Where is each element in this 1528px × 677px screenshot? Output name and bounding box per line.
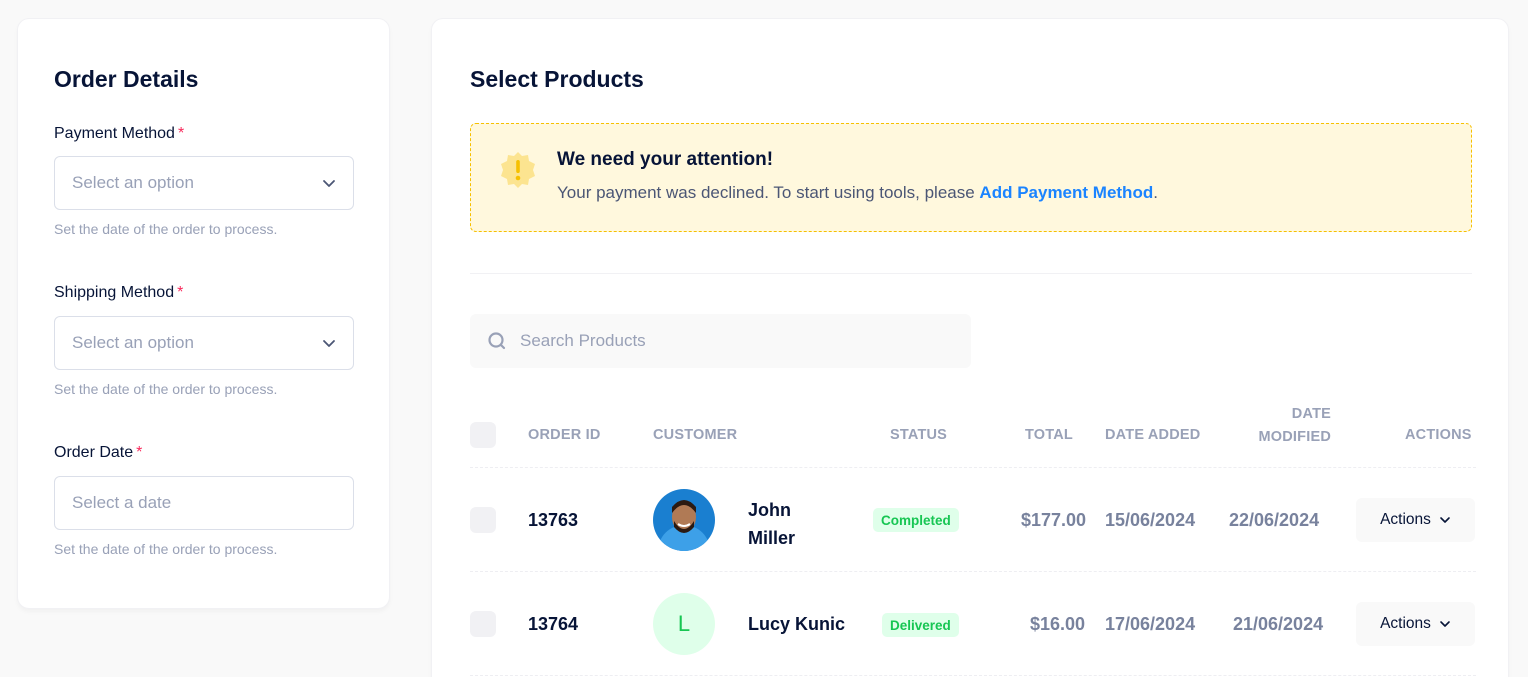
- chevron-down-icon: [1440, 517, 1450, 523]
- required-mark: *: [177, 284, 184, 301]
- order-date-hint: Set the date of the order to process.: [54, 541, 278, 557]
- customer-first-name: John: [748, 500, 791, 520]
- notice-message: Your payment was declined. To start usin…: [557, 183, 980, 202]
- chevron-down-icon: [323, 180, 335, 187]
- search-icon: [488, 332, 506, 350]
- avatar: L: [653, 593, 715, 655]
- order-total: $16.00: [1030, 614, 1086, 634]
- row-checkbox[interactable]: [470, 507, 496, 533]
- shipping-method-label-text: Shipping Method: [54, 284, 175, 301]
- search-placeholder: Search Products: [520, 331, 646, 350]
- column-customer[interactable]: Customer: [653, 427, 737, 443]
- add-payment-method-link[interactable]: Add Payment Method: [979, 183, 1153, 202]
- order-date-label: Order Date *: [54, 444, 142, 462]
- actions-label: Actions: [1380, 615, 1431, 632]
- payment-method-select[interactable]: Select an option: [54, 156, 354, 210]
- warning-badge-icon: [501, 152, 535, 188]
- payment-method-label: Payment Method *: [54, 125, 184, 143]
- actions-button[interactable]: Actions: [1356, 498, 1475, 542]
- row-separator: [470, 675, 1476, 676]
- column-date-modified-line2: Modified: [1258, 429, 1331, 445]
- chevron-down-icon: [323, 340, 335, 347]
- shipping-method-select[interactable]: Select an option: [54, 316, 354, 370]
- attention-notice: We need your attention! Your payment was…: [470, 123, 1472, 232]
- order-id: 13763: [528, 510, 579, 530]
- order-details-title: Order Details: [54, 66, 199, 92]
- chevron-down-icon: [1440, 621, 1450, 627]
- column-status[interactable]: Status: [890, 427, 947, 443]
- order-id: 13764: [528, 614, 579, 634]
- row-separator: [470, 571, 1476, 572]
- order-details-card: Order Details Payment Method * Select an …: [17, 18, 390, 609]
- notice-suffix: .: [1153, 183, 1158, 202]
- row-checkbox[interactable]: [470, 611, 496, 637]
- actions-button[interactable]: Actions: [1356, 602, 1475, 646]
- column-total[interactable]: Total: [1025, 427, 1073, 443]
- status-badge: Delivered: [882, 613, 959, 637]
- select-all-checkbox[interactable]: [470, 422, 496, 448]
- date-modified: 22/06/2024: [1229, 510, 1320, 530]
- shipping-method-hint: Set the date of the order to process.: [54, 381, 278, 397]
- order-total: $177.00: [1021, 510, 1087, 530]
- customer-name: John Miller: [748, 496, 795, 552]
- payment-method-label-text: Payment Method: [54, 125, 175, 142]
- payment-method-placeholder: Select an option: [72, 173, 194, 192]
- date-added: 15/06/2024: [1105, 510, 1196, 530]
- order-date-placeholder: Select a date: [72, 493, 172, 512]
- shipping-method-label: Shipping Method *: [54, 284, 183, 302]
- status-badge: Completed: [873, 508, 959, 532]
- column-order-id[interactable]: Order ID: [528, 427, 601, 443]
- row-separator: [470, 467, 1476, 468]
- customer-photo: [653, 489, 715, 551]
- actions-label: Actions: [1380, 511, 1431, 528]
- notice-title: We need your attention!: [557, 149, 774, 170]
- column-date-added[interactable]: Date Added: [1105, 427, 1200, 443]
- order-date-label-text: Order Date: [54, 444, 134, 461]
- column-date-modified[interactable]: Date Modified: [1256, 403, 1331, 449]
- required-mark: *: [136, 444, 143, 461]
- column-date-modified-line1: Date: [1291, 406, 1331, 422]
- select-products-title: Select Products: [470, 66, 644, 92]
- customer-last-name: Miller: [748, 528, 796, 548]
- avatar: [653, 489, 715, 551]
- date-added: 17/06/2024: [1105, 614, 1196, 634]
- date-modified: 21/06/2024: [1233, 614, 1324, 634]
- search-products-input[interactable]: Search Products: [470, 314, 971, 368]
- section-divider: [470, 273, 1472, 274]
- shipping-method-placeholder: Select an option: [72, 333, 194, 352]
- column-actions: Actions: [1405, 427, 1472, 443]
- required-mark: *: [177, 125, 185, 142]
- select-products-card: Select Products We need your attention! …: [431, 18, 1509, 677]
- customer-name: Lucy Kunic: [748, 614, 846, 634]
- order-date-input[interactable]: Select a date: [54, 476, 354, 530]
- payment-method-hint: Set the date of the order to process.: [54, 221, 278, 237]
- notice-text: Your payment was declined. To start usin…: [557, 183, 1158, 203]
